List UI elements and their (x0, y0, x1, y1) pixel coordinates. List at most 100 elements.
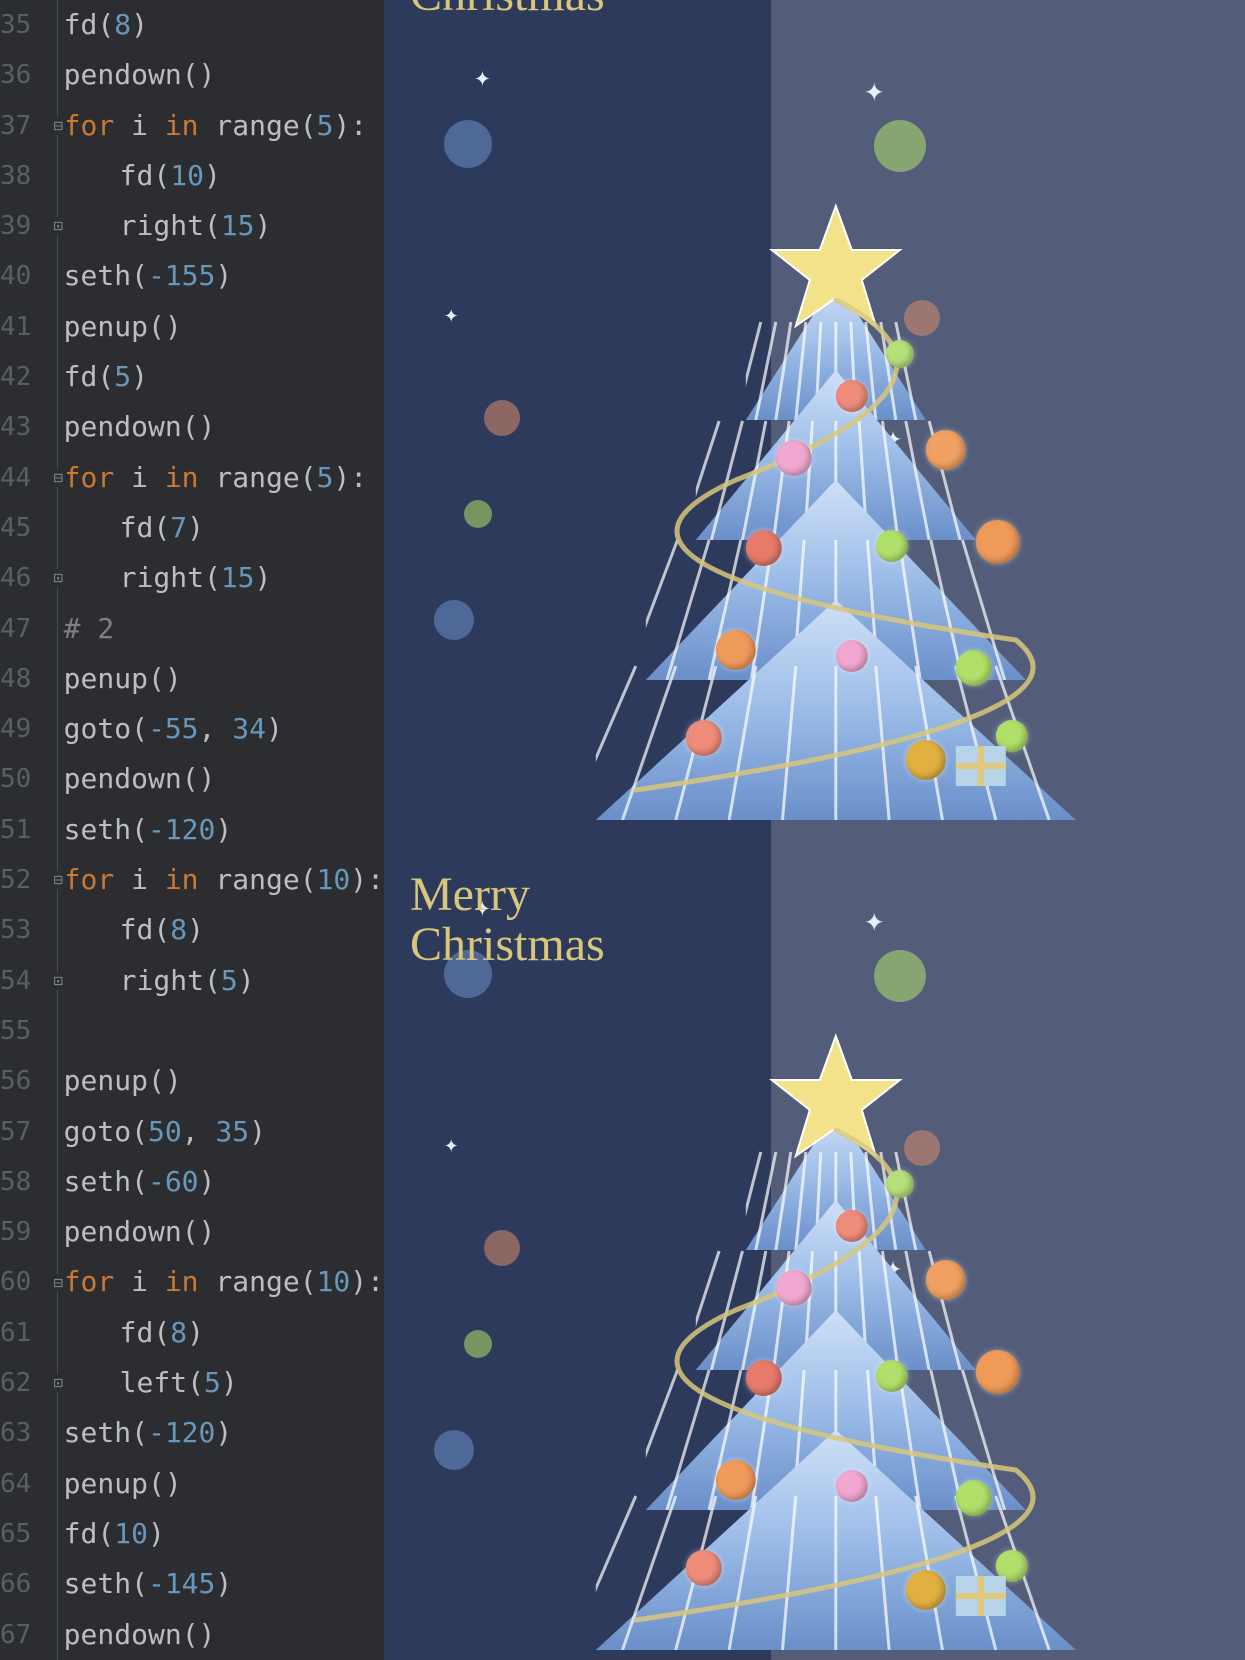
line-number: 66 (0, 1559, 45, 1609)
fold-open-icon[interactable]: ⊟ (49, 871, 67, 889)
line-number: 56 (0, 1056, 45, 1106)
line-number: 58 (0, 1157, 45, 1207)
code-line[interactable]: seth(-120) (60, 1408, 384, 1458)
app-root: 3536373839404142434445464748495051525354… (0, 0, 1245, 1660)
christmas-tree (575, 1010, 1095, 1640)
bokeh-dot (874, 950, 926, 1002)
code-line[interactable]: penup() (60, 1056, 384, 1106)
sparkle-icon: ✦ (864, 900, 884, 940)
sparkle-icon: ✦ (444, 300, 458, 328)
ornament (775, 440, 811, 476)
code-line[interactable]: fd(8) (60, 0, 384, 50)
line-number: 55 (0, 1006, 45, 1056)
code-line[interactable]: goto(50, 35) (60, 1107, 384, 1157)
merry-christmas-caption: MerryChristmas (410, 870, 605, 971)
line-number: 61 (0, 1308, 45, 1358)
code-line[interactable]: seth(-145) (60, 1559, 384, 1609)
line-number: 45 (0, 503, 45, 553)
code-line[interactable]: pendown() (60, 50, 384, 100)
christmas-tree (575, 180, 1095, 810)
code-line[interactable]: penup() (60, 654, 384, 704)
code-line[interactable]: pendown() (60, 1610, 384, 1660)
line-number: 48 (0, 654, 45, 704)
bokeh-dot (484, 400, 520, 436)
code-line[interactable]: fd(10) (60, 1509, 384, 1559)
fold-close-icon[interactable]: ⊡ (49, 217, 67, 235)
code-line[interactable]: right(15) (60, 553, 384, 603)
code-line[interactable]: for i in range(10): (60, 855, 384, 905)
ornament (685, 720, 721, 756)
tree-star-icon (765, 198, 905, 342)
gift-box (955, 1576, 1005, 1616)
tree-layer (595, 1430, 1075, 1650)
code-line[interactable]: fd(8) (60, 905, 384, 955)
code-line[interactable]: pendown() (60, 1207, 384, 1257)
caption-line2: Christmas (410, 920, 605, 970)
ornament (835, 380, 867, 412)
fold-guide-line (57, 0, 58, 1660)
code-line[interactable]: fd(10) (60, 151, 384, 201)
bokeh-dot (434, 600, 474, 640)
code-line[interactable]: fd(5) (60, 352, 384, 402)
code-line[interactable]: right(15) (60, 201, 384, 251)
ornament (925, 430, 965, 470)
line-number: 37 (0, 101, 45, 151)
ornament (905, 740, 945, 780)
code-line[interactable]: pendown() (60, 402, 384, 452)
fold-open-icon[interactable]: ⊟ (49, 469, 67, 487)
bokeh-dot (464, 500, 492, 528)
fold-close-icon[interactable]: ⊡ (49, 1374, 67, 1392)
ornament (925, 1260, 965, 1300)
code-line[interactable]: fd(8) (60, 1308, 384, 1358)
ornament (715, 630, 755, 670)
line-number: 62 (0, 1358, 45, 1408)
fold-column[interactable]: ⊟⊡⊟⊡⊟⊡⊟⊡ (45, 0, 59, 1660)
bokeh-dot (874, 120, 926, 172)
line-number: 36 (0, 50, 45, 100)
fold-close-icon[interactable]: ⊡ (49, 972, 67, 990)
line-number: 44 (0, 453, 45, 503)
line-number: 60 (0, 1257, 45, 1307)
code-line[interactable]: goto(-55, 34) (60, 704, 384, 754)
fold-close-icon[interactable]: ⊡ (49, 569, 67, 587)
line-number: 42 (0, 352, 45, 402)
code-line[interactable]: for i in range(10): (60, 1257, 384, 1307)
line-number: 64 (0, 1459, 45, 1509)
code-line[interactable]: penup() (60, 1459, 384, 1509)
code-line[interactable]: for i in range(5): (60, 101, 384, 151)
ornament (835, 640, 867, 672)
code-line[interactable]: seth(-155) (60, 251, 384, 301)
merry-christmas-caption: Christmas (410, 0, 605, 20)
code-line[interactable]: for i in range(5): (60, 453, 384, 503)
fold-open-icon[interactable]: ⊟ (49, 1274, 67, 1292)
bokeh-dot (484, 1230, 520, 1266)
ornament (835, 1210, 867, 1242)
code-editor[interactable]: 3536373839404142434445464748495051525354… (0, 0, 384, 1660)
code-line[interactable]: pendown() (60, 754, 384, 804)
line-number: 63 (0, 1408, 45, 1458)
sparkle-icon: ✦ (474, 60, 491, 93)
tree-star-icon (765, 1028, 905, 1172)
code-line[interactable]: seth(-60) (60, 1157, 384, 1207)
code-line[interactable]: fd(7) (60, 503, 384, 553)
code-line[interactable]: left(5) (60, 1358, 384, 1408)
code-line[interactable]: penup() (60, 302, 384, 352)
code-area[interactable]: fd(8)pendown()for i in range(5):fd(10)ri… (60, 0, 384, 1660)
ornament (745, 1360, 781, 1396)
ornament (975, 1350, 1019, 1394)
fold-open-icon[interactable]: ⊟ (49, 117, 67, 135)
caption-line2: Christmas (410, 0, 605, 20)
line-number: 67 (0, 1610, 45, 1660)
line-number: 43 (0, 402, 45, 452)
ornament (885, 1170, 913, 1198)
line-number: 39 (0, 201, 45, 251)
ornament (685, 1550, 721, 1586)
code-line[interactable]: seth(-120) (60, 805, 384, 855)
line-number: 52 (0, 855, 45, 905)
caption-line1: Merry (410, 870, 605, 920)
code-line[interactable] (60, 1006, 384, 1056)
code-line[interactable]: right(5) (60, 956, 384, 1006)
bokeh-dot (434, 1430, 474, 1470)
code-line[interactable]: # 2 (60, 604, 384, 654)
line-number: 51 (0, 805, 45, 855)
